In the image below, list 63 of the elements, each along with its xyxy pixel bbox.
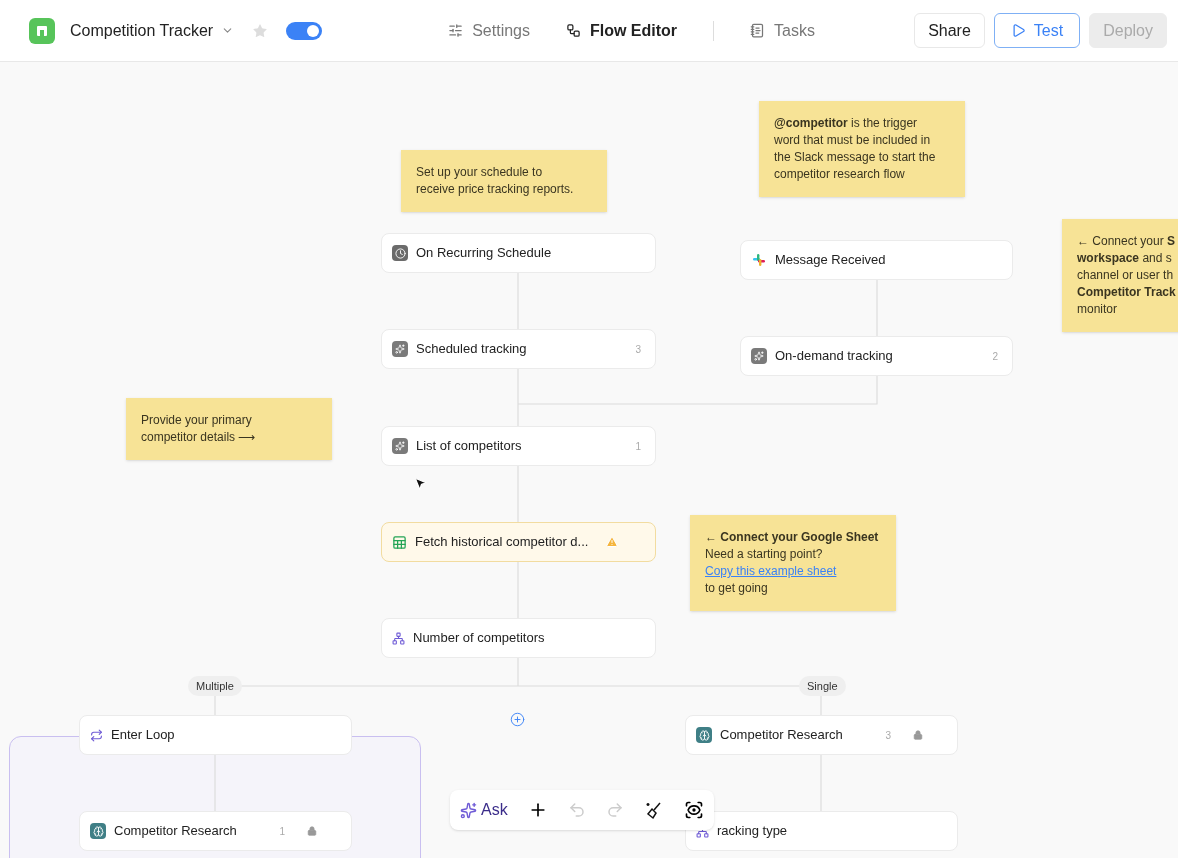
sparkle-icon (460, 801, 477, 819)
note-text: Set up your schedule to (416, 164, 544, 181)
note-text: ← Connect your Google Sheet (705, 529, 880, 546)
note-text: monitor (1077, 301, 1118, 318)
loop-icon (90, 728, 103, 742)
flow-node[interactable]: On-demand tracking 2 (740, 336, 1013, 376)
notebook-icon (750, 23, 766, 38)
header-button[interactable]: Share (914, 13, 985, 48)
star-icon[interactable] (252, 22, 269, 39)
sliders-icon (448, 23, 464, 38)
slack-icon (751, 252, 767, 268)
sparkle-icon (392, 341, 408, 357)
note-text: word that must be included in (774, 132, 932, 149)
note-text: @competitor is the trigger (774, 115, 919, 132)
branch-icon (392, 631, 405, 645)
note-text: competitor research flow (774, 166, 906, 183)
flow-icon (566, 23, 581, 38)
flow-node[interactable]: Scheduled tracking 3 (381, 329, 656, 369)
sparkle-icon (392, 438, 408, 454)
note-text: Need a starting point? (705, 546, 824, 563)
header-button[interactable]: Test (993, 13, 1081, 48)
note-text: channel or user th (1077, 267, 1175, 284)
note-text: Provide your primary (141, 412, 253, 429)
brain-icon (90, 823, 106, 839)
note-text: the Slack message to start the (774, 149, 937, 166)
step-count: 1 (635, 439, 641, 454)
flow-node[interactable]: Competitor Research 1 (79, 811, 352, 851)
flow-node[interactable]: List of competitors 1 (381, 426, 656, 466)
project-title: Competition Tracker (70, 20, 214, 41)
step-count: 3 (885, 728, 891, 743)
nav-tab[interactable]: Tasks (750, 18, 815, 43)
note-text: workspace and s (1077, 250, 1173, 267)
add-step-icon[interactable] (510, 712, 525, 727)
app-logo-icon (29, 17, 55, 44)
clock-icon (392, 245, 408, 261)
toggle-switch[interactable] (286, 21, 323, 40)
nav-tab[interactable]: Flow Editor (566, 18, 678, 43)
note-text: receive price tracking reports. (416, 181, 575, 198)
note-text: to get going (705, 580, 768, 597)
flow-node[interactable]: Enter Loop (79, 715, 352, 755)
step-count: 3 (635, 342, 641, 357)
flow-node[interactable]: racking type (685, 811, 958, 851)
flow-node[interactable]: Number of competitors (381, 618, 656, 658)
flow-node[interactable]: Fetch historical competitor d... (381, 522, 656, 562)
branch-label: Multiple (188, 676, 242, 696)
step-count: 2 (992, 349, 998, 364)
focus-icon[interactable] (683, 800, 704, 820)
sparkle-icon (751, 348, 767, 364)
play-icon (1010, 23, 1026, 38)
note-text: competitor details ⟶ (141, 429, 257, 446)
flow-node[interactable]: Competitor Research 3 (685, 715, 958, 755)
nav-tab[interactable]: Settings (448, 18, 530, 43)
cursor-icon (413, 476, 428, 491)
flow-node[interactable]: On Recurring Schedule (381, 233, 656, 273)
step-count: 1 (279, 824, 285, 839)
note-text: ← Connect your S (1077, 233, 1177, 250)
note-text: Competitor Track (1077, 284, 1177, 301)
branch-label: Single (799, 676, 846, 696)
warning-icon (606, 536, 619, 548)
spreadsheet-icon (392, 534, 407, 550)
flow-node[interactable]: Message Received (740, 240, 1013, 280)
ask-button[interactable]: Ask (460, 798, 508, 822)
brain-icon (696, 727, 712, 743)
